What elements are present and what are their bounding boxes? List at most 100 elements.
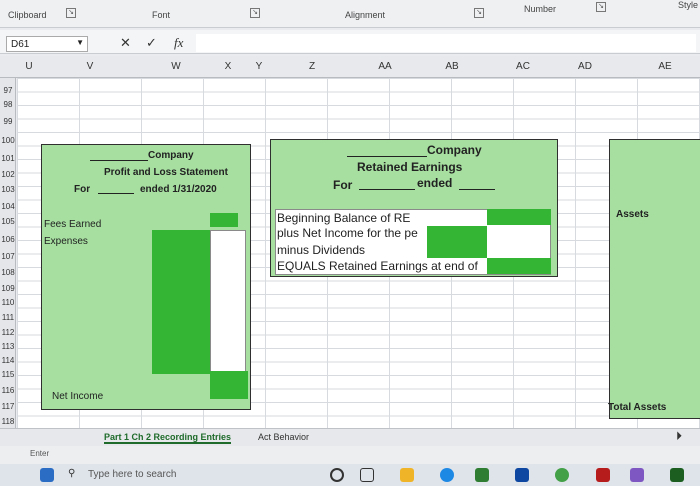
clipboard-launcher-icon[interactable]: ↘ xyxy=(66,8,76,18)
app-icon[interactable] xyxy=(596,468,610,482)
cortana-icon[interactable] xyxy=(330,468,344,482)
store-icon[interactable] xyxy=(475,468,489,482)
insert-function-icon[interactable]: fx xyxy=(174,35,183,51)
re-company: Company xyxy=(347,143,482,157)
row-header[interactable]: 110 xyxy=(0,298,16,307)
column-header[interactable]: Z xyxy=(297,61,327,72)
font-group-label: Font xyxy=(152,10,171,20)
formula-input[interactable] xyxy=(196,34,696,52)
name-box[interactable]: D61 ▼ xyxy=(6,36,88,52)
tab-act-behavior[interactable]: Act Behavior xyxy=(258,432,309,442)
pl-date-blank xyxy=(98,184,134,194)
total-assets-label: Total Assets xyxy=(608,402,667,413)
re-beginning-label: Beginning Balance of RE xyxy=(277,211,411,225)
row-header[interactable]: 113 xyxy=(0,342,16,351)
edge-icon[interactable] xyxy=(440,468,454,482)
fees-earned-input[interactable] xyxy=(210,213,238,227)
column-header[interactable]: AB xyxy=(437,61,467,72)
excel-icon[interactable] xyxy=(670,468,684,482)
tab-part1-recording[interactable]: Part 1 Ch 2 Recording Entries xyxy=(104,432,232,444)
column-header[interactable]: AD xyxy=(570,61,600,72)
column-header[interactable]: W xyxy=(161,61,191,72)
column-header[interactable]: U xyxy=(14,61,44,72)
chrome-icon[interactable] xyxy=(555,468,569,482)
net-income-input[interactable] xyxy=(210,371,248,399)
row-header[interactable]: 116 xyxy=(0,386,16,395)
search-icon[interactable]: ⚲ xyxy=(68,468,75,479)
profit-loss-block: Company Profit and Loss Statement For en… xyxy=(41,144,251,410)
alignment-launcher-icon[interactable]: ↘ xyxy=(474,8,484,18)
row-header[interactable]: 105 xyxy=(0,217,16,226)
row-header[interactable]: 111 xyxy=(0,313,16,322)
row-header[interactable]: 114 xyxy=(0,356,16,365)
column-header[interactable]: AC xyxy=(508,61,538,72)
re-title: Retained Earnings xyxy=(357,160,463,174)
status-bar: Enter xyxy=(0,446,700,464)
net-income-dividends-input[interactable] xyxy=(427,226,487,258)
styles-group-label: Style xyxy=(678,0,699,10)
column-header[interactable]: X xyxy=(213,61,243,72)
pl-for: For xyxy=(74,184,91,195)
cancel-icon[interactable]: ✕ xyxy=(120,35,131,51)
chevron-down-icon[interactable]: ▼ xyxy=(76,38,84,47)
re-minus-div-label: minus Dividends xyxy=(277,243,366,257)
font-launcher-icon[interactable]: ↘ xyxy=(250,8,260,18)
expenses-total-cell[interactable] xyxy=(210,230,246,374)
row-header[interactable]: 100 xyxy=(0,136,16,145)
row-headers: 97 98 99 100 101 102 103 104 105 106 107… xyxy=(0,78,16,428)
row-header[interactable]: 106 xyxy=(0,235,16,244)
column-header[interactable]: AA xyxy=(370,61,400,72)
row-header[interactable]: 108 xyxy=(0,268,16,277)
re-equals-label: EQUALS Retained Earnings at end of xyxy=(277,259,478,273)
ribbon: Clipboard ↘ Font ↘ Alignment ↘ Number ↘ … xyxy=(0,0,700,28)
ending-re-input[interactable] xyxy=(487,258,551,274)
row-header[interactable]: 107 xyxy=(0,252,16,261)
mode-indicator: Enter xyxy=(30,449,50,458)
balance-sheet-block: Assets Total Assets xyxy=(608,139,700,419)
pl-ended: ended 1/31/2020 xyxy=(140,184,217,195)
file-explorer-icon[interactable] xyxy=(400,468,414,482)
number-launcher-icon[interactable]: ↘ xyxy=(596,2,606,12)
windows-start-icon[interactable] xyxy=(40,468,54,482)
column-header[interactable]: V xyxy=(75,61,105,72)
pl-net-income-label: Net Income xyxy=(52,391,104,402)
pl-expenses-label: Expenses xyxy=(44,236,88,247)
row-header[interactable]: 101 xyxy=(0,154,16,163)
row-header[interactable]: 103 xyxy=(0,185,16,194)
task-view-icon[interactable] xyxy=(360,468,374,482)
row-header[interactable]: 102 xyxy=(0,170,16,179)
column-header[interactable]: Y xyxy=(244,61,274,72)
assets-label: Assets xyxy=(616,209,649,220)
mail-icon[interactable] xyxy=(515,468,529,482)
re-for: For xyxy=(333,178,353,192)
row-header[interactable]: 115 xyxy=(0,370,16,379)
expenses-input-range[interactable] xyxy=(152,230,210,374)
re-plus-net-label: plus Net Income for the pe xyxy=(277,226,418,240)
clipboard-group-label: Clipboard xyxy=(8,10,47,20)
re-ended-blank xyxy=(459,180,495,190)
taskbar-search-input[interactable]: Type here to search xyxy=(88,469,176,480)
column-header[interactable]: AE xyxy=(650,61,680,72)
alignment-group-label: Alignment xyxy=(345,10,386,20)
row-header[interactable]: 104 xyxy=(0,202,16,211)
number-group-label: Number xyxy=(524,4,557,14)
row-header[interactable]: 112 xyxy=(0,328,16,337)
re-date-blank xyxy=(359,180,415,190)
row-header[interactable]: 109 xyxy=(0,284,16,293)
app-icon-2[interactable] xyxy=(630,468,644,482)
row-header[interactable]: 99 xyxy=(0,117,16,126)
row-header[interactable]: 118 xyxy=(0,417,16,426)
row-header[interactable]: 97 xyxy=(0,86,16,95)
enter-icon[interactable]: ✓ xyxy=(146,35,157,51)
beginning-balance-input[interactable] xyxy=(487,209,551,225)
retained-earnings-block: Company Retained Earnings For ended Begi… xyxy=(270,139,558,277)
column-headers: U V W X Y Z AA AB AC AD AE xyxy=(0,56,700,78)
pl-title: Profit and Loss Statement xyxy=(104,167,228,178)
row-header[interactable]: 98 xyxy=(0,100,16,109)
scroll-right-icon[interactable]: ⏵ xyxy=(676,429,682,444)
sheet-tab-bar: Part 1 Ch 2 Recording Entries Act Behavi… xyxy=(0,428,700,446)
taskbar: ⚲ Type here to search xyxy=(0,464,700,486)
name-box-value: D61 xyxy=(11,39,30,50)
cell-grid[interactable]: Company Profit and Loss Statement For en… xyxy=(17,78,700,428)
row-header[interactable]: 117 xyxy=(0,402,16,411)
